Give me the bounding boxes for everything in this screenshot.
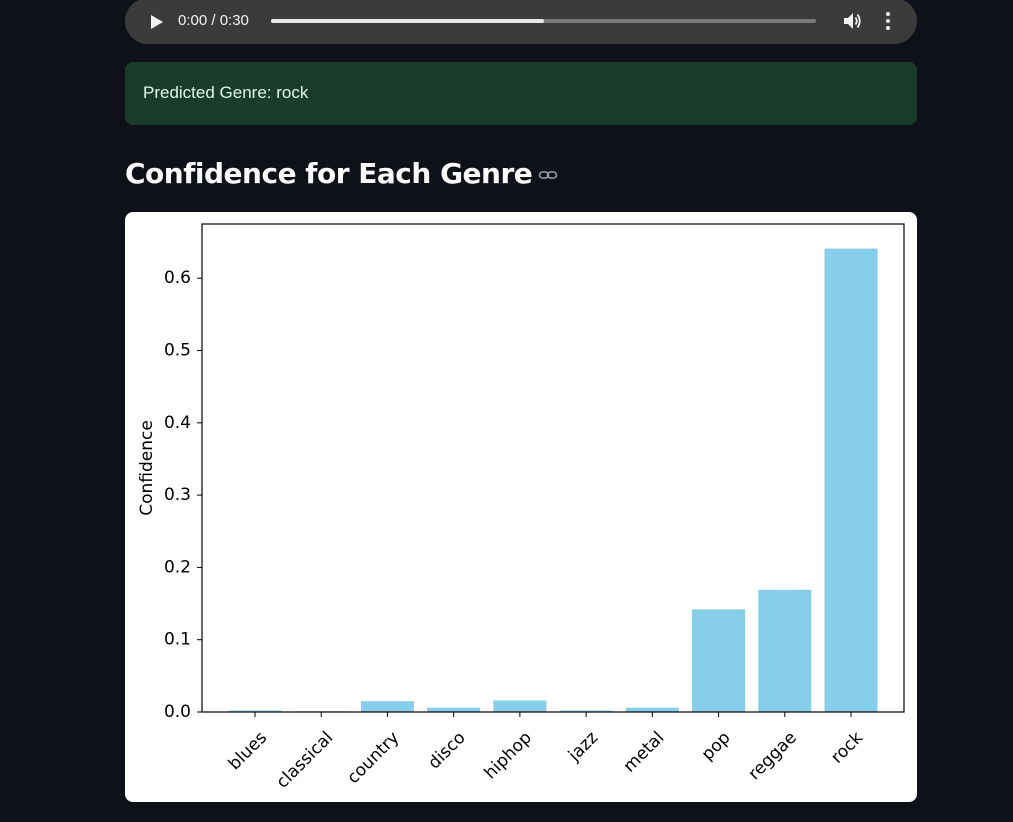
section-title: Confidence for Each Genre [125,157,533,190]
audio-time-display: 0:00 / 0:30 [178,12,249,29]
chart-card: blues classical country disco hiphop jazz meta… [125,212,917,802]
y-tick-label: 0.3 [164,485,191,505]
play-icon[interactable] [145,11,167,33]
y-tick-label: 0.2 [164,557,191,577]
x-tick-label-classical: classical [273,728,338,793]
bar-hiphop [493,700,547,712]
prediction-text: Predicted Genre: rock [143,83,309,102]
link-icon[interactable] [538,168,558,182]
x-tick-label-rock: rock [827,728,867,768]
bar-rock [824,248,878,712]
bar-reggae [758,589,812,712]
y-tick-label: 0.4 [164,413,191,433]
more-options-icon[interactable] [878,10,898,32]
volume-icon[interactable] [841,10,863,32]
audio-seek-slider[interactable] [271,19,816,23]
x-tick-label-disco: disco [424,728,469,773]
x-tick-label-hiphop: hiphop [481,728,536,783]
bar-chart: blues classical country disco hiphop jazz meta… [137,223,905,793]
section-heading: Confidence for Each Genre [125,154,558,194]
y-tick-label: 0.6 [164,268,191,288]
y-tick-label: 0.1 [164,630,191,650]
x-tick-label-pop: pop [698,728,735,765]
audio-seek-progress [271,19,544,23]
y-tick-label: 0.5 [164,341,191,361]
x-tick-label-reggae: reggae [745,728,801,784]
x-tick-label-metal: metal [620,728,669,777]
prediction-alert: Predicted Genre: rock [125,62,917,125]
y-tick-label: 0.0 [164,702,191,722]
bar-metal [625,707,679,712]
bar-country [360,701,414,712]
y-axis-label: Confidence [137,420,157,516]
bar-disco [427,707,481,712]
x-tick-label-blues: blues [225,728,271,774]
x-tick-label-jazz: jazz [564,728,602,766]
bar-pop [692,609,746,712]
audio-player: 0:00 / 0:30 [125,0,917,44]
x-tick-label-country: country [343,728,403,788]
